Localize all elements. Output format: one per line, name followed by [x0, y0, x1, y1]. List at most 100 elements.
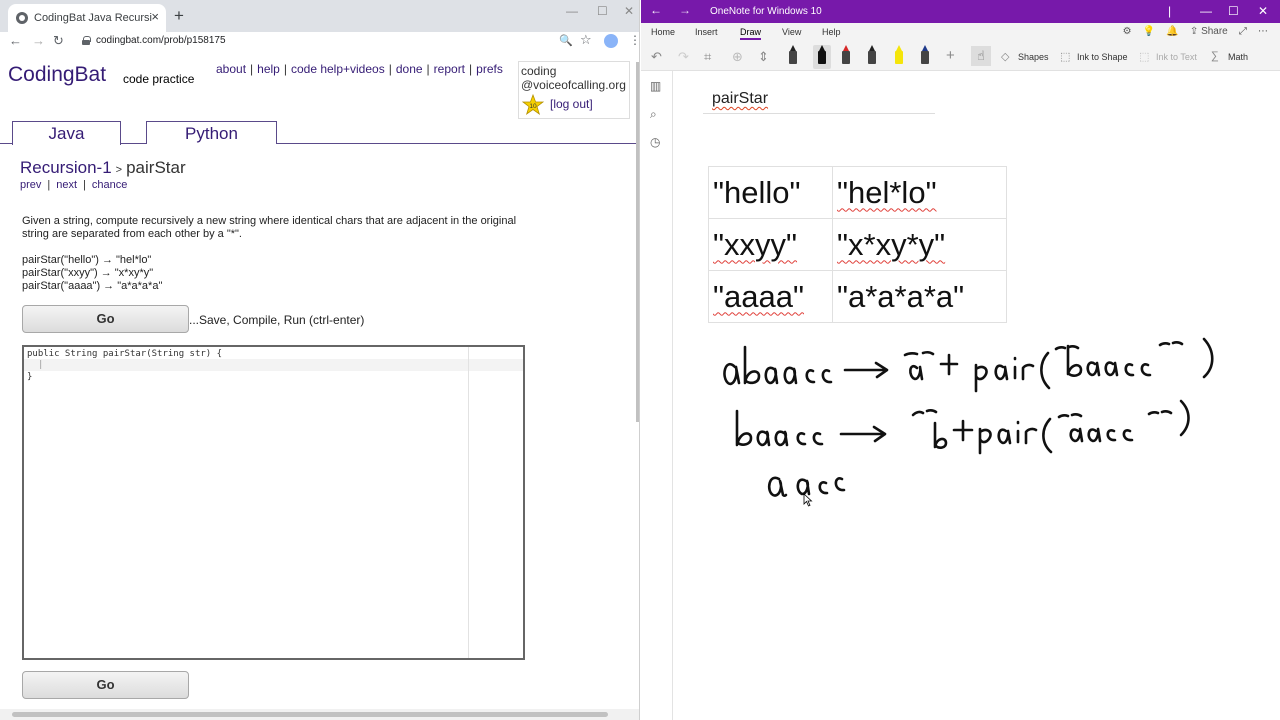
link-report[interactable]: report [434, 62, 465, 76]
back-icon[interactable]: ← [9, 33, 22, 48]
editor-current-line [24, 359, 523, 371]
close-window-icon[interactable]: ✕ [624, 4, 634, 18]
lock-icon[interactable] [82, 36, 91, 45]
reload-icon[interactable]: ↻ [53, 33, 64, 49]
menu-home[interactable]: Home [651, 27, 675, 37]
onenote-titlebar: ← → OneNote for Windows 10 | — ☐ ✕ [641, 0, 1280, 23]
link-prefs[interactable]: prefs [476, 62, 503, 76]
go-button-bottom[interactable]: Go [22, 671, 189, 699]
codingbat-page: CodingBat code practice about | help | code … [0, 52, 639, 720]
redo-icon[interactable]: ↷ [678, 49, 689, 65]
tab-python[interactable]: Python [146, 121, 277, 144]
share-button[interactable]: Share [1201, 26, 1228, 37]
separator: | [469, 62, 473, 76]
shapes-button[interactable]: Shapes [1018, 52, 1049, 62]
separator: | [47, 179, 51, 191]
horizontal-scrollbar[interactable] [0, 709, 639, 720]
note-canvas[interactable]: pairStar "hello" "hel*lo" "xxyy" "x*xy*y… [673, 71, 1280, 720]
scrollbar-thumb[interactable] [12, 712, 608, 717]
code-line: public String pairStar(String str) { [27, 349, 223, 359]
undo-icon[interactable]: ↶ [651, 49, 662, 65]
fullscreen-icon[interactable]: ⤢ [1239, 26, 1247, 37]
ink-to-text-button[interactable]: Ink to Text [1156, 52, 1197, 62]
ink-to-shape-button[interactable]: Ink to Shape [1077, 52, 1128, 62]
zoom-icon[interactable]: 🔍 [559, 34, 573, 47]
link-code-help-videos[interactable]: code help+videos [291, 62, 385, 76]
onenote-window: ← → OneNote for Windows 10 | — ☐ ✕ Home … [641, 0, 1280, 720]
menu-help[interactable]: Help [822, 27, 841, 37]
search-icon[interactable]: ⌕ [650, 107, 657, 122]
eraser-icon[interactable]: ⊕ [732, 49, 743, 65]
maximize-icon[interactable]: ☐ [597, 4, 608, 18]
lasso-select-icon[interactable]: ⌗ [704, 49, 711, 65]
link-done[interactable]: done [396, 62, 423, 76]
link-chance[interactable]: chance [92, 179, 127, 191]
tab-title: CodingBat Java Recursion-1 pairStar [34, 12, 152, 24]
math-icon: ∑ [1211, 50, 1219, 62]
ink-line-2 [735, 399, 1190, 455]
mouse-cursor-icon [803, 493, 813, 507]
account-divider: | [1168, 4, 1172, 18]
problem-description: Given a string, compute recursively a ne… [22, 215, 517, 240]
example-line: pairStar("hello") → "hel*lo" [22, 254, 152, 266]
bell-icon[interactable]: 🔔 [1166, 26, 1178, 37]
menu-draw[interactable]: Draw [740, 27, 762, 40]
menu-insert[interactable]: Insert [695, 27, 718, 37]
breadcrumb: Recursion-1 > pairStar [20, 158, 186, 178]
menu-right-tools: ⚙ 💡 🔔 ⇪ Share ⤢ ⋯ [1123, 26, 1268, 37]
menu-view[interactable]: View [782, 27, 801, 37]
text-caret: | [38, 360, 44, 370]
minimize-icon[interactable]: — [1200, 4, 1212, 18]
link-next[interactable]: next [56, 179, 77, 191]
link-about[interactable]: about [216, 62, 246, 76]
new-tab-icon[interactable]: + [174, 6, 184, 26]
add-pen-icon[interactable]: + [946, 47, 955, 64]
code-line: } [27, 372, 33, 382]
bookmark-star-icon[interactable]: ☆ [580, 32, 592, 48]
pen-black-icon[interactable] [787, 45, 799, 65]
editor-print-margin [468, 347, 469, 658]
site-tagline: code practice [123, 72, 195, 86]
browser-window: CodingBat Java Recursion-1 pairStar × + … [0, 0, 640, 720]
separator: | [250, 62, 254, 76]
link-help[interactable]: help [257, 62, 280, 76]
tell-me-icon[interactable]: ⚙ [1123, 26, 1132, 37]
lightbulb-icon[interactable]: 💡 [1143, 26, 1155, 37]
pen-red-icon[interactable] [840, 45, 852, 65]
tab-strip: CodingBat Java Recursion-1 pairStar × + … [0, 0, 639, 32]
insert-space-icon[interactable]: ⇕ [758, 49, 769, 65]
highlighter-yellow-icon[interactable] [893, 45, 905, 65]
minimize-icon[interactable]: — [566, 4, 578, 18]
logout-link[interactable]: [log out] [550, 97, 593, 111]
touch-draw-icon[interactable]: ☝ [971, 46, 991, 66]
forward-icon[interactable]: → [32, 33, 45, 48]
separator: | [426, 62, 430, 76]
more-icon[interactable]: ⋯ [1258, 26, 1268, 37]
forward-icon[interactable]: → [679, 3, 691, 17]
pen-selected-icon[interactable] [813, 45, 831, 69]
browser-tab[interactable]: CodingBat Java Recursion-1 pairStar × [8, 4, 166, 32]
tab-java[interactable]: Java [12, 121, 121, 145]
breadcrumb-section[interactable]: Recursion-1 [20, 158, 112, 177]
site-logo[interactable]: CodingBat [8, 63, 106, 87]
tab-close-icon[interactable]: × [151, 9, 159, 24]
close-window-icon[interactable]: ✕ [1258, 4, 1268, 18]
ink-to-shape-icon: ⬚ [1060, 51, 1071, 63]
maximize-icon[interactable]: ☐ [1228, 4, 1239, 18]
recent-icon[interactable]: ◷ [650, 135, 660, 149]
top-links: about | help | code help+videos | done | report |… [216, 62, 503, 76]
link-prev[interactable]: prev [20, 179, 41, 191]
notebooks-icon[interactable]: ▥ [650, 79, 661, 93]
pen-blue-icon[interactable] [919, 45, 931, 65]
user-name-line2: @voiceofcalling.org [521, 78, 626, 92]
url-field[interactable]: codingbat.com/prob/p158175 [96, 35, 226, 46]
math-button[interactable]: Math [1228, 52, 1248, 62]
profile-avatar-icon[interactable] [604, 34, 618, 48]
back-icon[interactable]: ← [650, 3, 662, 17]
vertical-scrollbar[interactable] [636, 62, 639, 422]
code-editor[interactable]: public String pairStar(String str) { | } [22, 345, 525, 660]
go-button-top[interactable]: Go [22, 305, 189, 333]
share-icon: ⇪ [1189, 26, 1199, 37]
browser-menu-icon[interactable]: ⋮ [629, 33, 639, 47]
pen-dark-icon[interactable] [866, 45, 878, 65]
